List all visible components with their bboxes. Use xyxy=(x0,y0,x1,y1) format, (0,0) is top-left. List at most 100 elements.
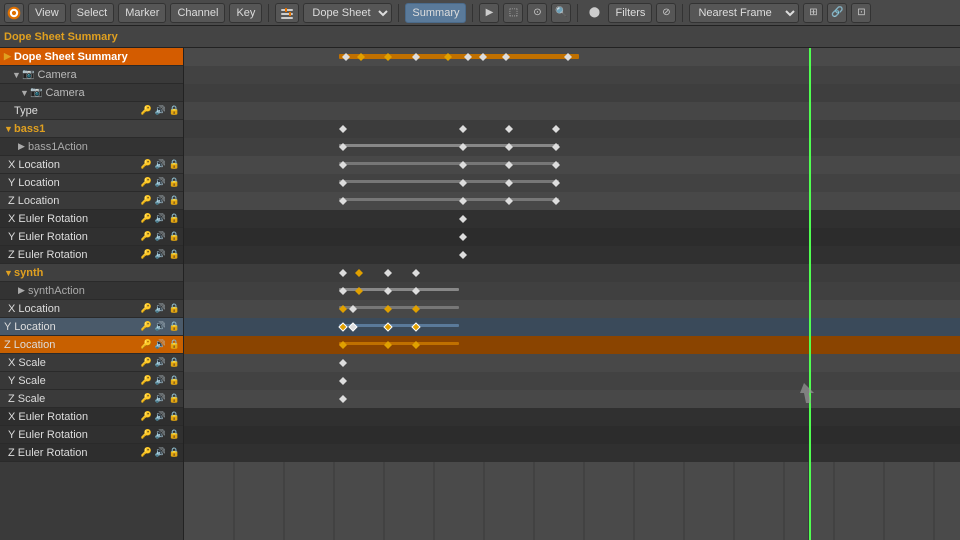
synth-label: synth xyxy=(14,267,183,279)
y-loc-1-icons: 🔑 🔊 🔒 xyxy=(140,177,181,188)
camera-icon: 📷 xyxy=(22,69,34,80)
x-euler-1-label: X Euler Rotation xyxy=(8,213,140,225)
yeul2-lock-icon: 🔒 xyxy=(168,429,181,440)
yeul1-lock-icon: 🔒 xyxy=(168,231,181,242)
xeul1-mute-icon: 🔊 xyxy=(154,213,167,224)
synthaction-row[interactable]: ▶ synthAction xyxy=(0,282,183,300)
separator-1 xyxy=(268,4,269,22)
blender-logo-icon[interactable] xyxy=(4,3,24,23)
bass1action-row[interactable]: ▶ bass1Action xyxy=(0,138,183,156)
type-row[interactable]: Type 🔑 🔊 🔒 xyxy=(0,102,183,120)
x-location-1-label: X Location xyxy=(8,159,140,171)
y-scale-label: Y Scale xyxy=(8,375,140,387)
z-location-2-row[interactable]: Z Location 🔑 🔊 🔒 xyxy=(0,336,183,354)
x-loc-2-icons: 🔑 🔊 🔒 xyxy=(140,303,181,314)
zeul1-mute-icon: 🔊 xyxy=(154,249,167,260)
marker-menu[interactable]: Marker xyxy=(118,3,166,23)
filter-options-icon[interactable]: ⊘ xyxy=(656,3,676,23)
select-mode-icon[interactable]: ▶ xyxy=(479,3,499,23)
zeul1-key-icon: 🔑 xyxy=(140,249,153,260)
y-location-2-row[interactable]: Y Location 🔑 🔊 🔒 xyxy=(0,318,183,336)
xloc2-key-icon: 🔑 xyxy=(140,303,153,314)
y-location-1-row[interactable]: Y Location 🔑 🔊 🔒 xyxy=(0,174,183,192)
z-location-1-row[interactable]: Z Location 🔑 🔊 🔒 xyxy=(0,192,183,210)
camera-sub-icon: 📷 xyxy=(30,87,42,98)
x-euler-1-row[interactable]: X Euler Rotation 🔑 🔊 🔒 xyxy=(0,210,183,228)
x-location-1-row[interactable]: X Location 🔑 🔊 🔒 xyxy=(0,156,183,174)
synth-triangle: ▼ xyxy=(4,268,14,278)
yloc1-mute-icon: 🔊 xyxy=(154,177,167,188)
y-euler-1-label: Y Euler Rotation xyxy=(8,231,140,243)
secondary-toolbar: Dope Sheet Summary xyxy=(0,26,960,48)
summary-header-row[interactable]: ▶ Dope Sheet Summary xyxy=(0,48,183,66)
x-euler-1-icons: 🔑 🔊 🔒 xyxy=(140,213,181,224)
filter-dot-icon: ⬤ xyxy=(584,3,604,23)
synth-group-row[interactable]: ▼ synth xyxy=(0,264,183,282)
lasso-icon[interactable]: ⊙ xyxy=(527,3,547,23)
z-scale-label: Z Scale xyxy=(8,393,140,405)
xloc1-key-icon: 🔑 xyxy=(140,159,153,170)
dopesheet-icon xyxy=(275,3,299,23)
type-icons: 🔑 🔊 🔒 xyxy=(140,105,181,116)
channel-menu[interactable]: Channel xyxy=(170,3,225,23)
xeul1-lock-icon: 🔒 xyxy=(168,213,181,224)
snap-options-icon[interactable]: 🔗 xyxy=(827,3,847,23)
xeul2-mute-icon: 🔊 xyxy=(154,411,167,422)
x-location-2-row[interactable]: X Location 🔑 🔊 🔒 xyxy=(0,300,183,318)
timeline-area[interactable] xyxy=(184,48,960,540)
yloc1-lock-icon: 🔒 xyxy=(168,177,181,188)
zoom-icon[interactable]: 🔍 xyxy=(551,3,571,23)
z-euler-2-icons: 🔑 🔊 🔒 xyxy=(140,447,181,458)
zloc1-lock-icon: 🔒 xyxy=(168,195,181,206)
zscale-lock-icon: 🔒 xyxy=(168,393,181,404)
x-euler-2-label: X Euler Rotation xyxy=(8,411,140,423)
zloc1-mute-icon: 🔊 xyxy=(154,195,167,206)
y-euler-2-row[interactable]: Y Euler Rotation 🔑 🔊 🔒 xyxy=(0,426,183,444)
camera-group-label: Camera xyxy=(37,69,183,81)
bass1-group-row[interactable]: ▼ bass1 xyxy=(0,120,183,138)
z-scale-row[interactable]: Z Scale 🔑 🔊 🔒 xyxy=(0,390,183,408)
camera-sub-row[interactable]: ▼ 📷 Camera xyxy=(0,84,183,102)
yloc2-key-icon: 🔑 xyxy=(140,321,153,332)
zeul2-mute-icon: 🔊 xyxy=(154,447,167,458)
filters-button[interactable]: Filters xyxy=(608,3,652,23)
y-euler-1-row[interactable]: Y Euler Rotation 🔑 🔊 🔒 xyxy=(0,228,183,246)
view-menu[interactable]: View xyxy=(28,3,66,23)
yloc2-mute-icon: 🔊 xyxy=(154,321,167,332)
synthaction-triangle: ▶ xyxy=(18,285,28,296)
type-protect-icon: 🔒 xyxy=(168,105,181,116)
channel-list: ▶ Dope Sheet Summary ▼ 📷 Camera ▼ 📷 Came… xyxy=(0,48,184,540)
snap-icon[interactable]: ⊞ xyxy=(803,3,823,23)
z-euler-2-label: Z Euler Rotation xyxy=(8,447,140,459)
z-euler-1-row[interactable]: Z Euler Rotation 🔑 🔊 🔒 xyxy=(0,246,183,264)
bass1action-triangle: ▶ xyxy=(18,141,28,152)
y-euler-1-icons: 🔑 🔊 🔒 xyxy=(140,231,181,242)
sheet-title: Dope Sheet Summary xyxy=(4,31,118,43)
z-euler-2-row[interactable]: Z Euler Rotation 🔑 🔊 🔒 xyxy=(0,444,183,462)
summary-triangle: ▶ xyxy=(4,51,14,62)
zloc2-key-icon: 🔑 xyxy=(140,339,153,350)
yeul2-mute-icon: 🔊 xyxy=(154,429,167,440)
nearest-frame-select[interactable]: Nearest Frame xyxy=(689,3,799,23)
separator-4 xyxy=(577,4,578,22)
box-select-icon[interactable]: ⬚ xyxy=(503,3,523,23)
dopesheet-mode-select[interactable]: Dope Sheet Dope Sheet xyxy=(303,3,392,23)
zscale-key-icon: 🔑 xyxy=(140,393,153,404)
x-scale-row[interactable]: X Scale 🔑 🔊 🔒 xyxy=(0,354,183,372)
summary-label: Dope Sheet Summary xyxy=(14,51,183,63)
xeul2-key-icon: 🔑 xyxy=(140,411,153,422)
x-euler-2-row[interactable]: X Euler Rotation 🔑 🔊 🔒 xyxy=(0,408,183,426)
camera-group-row[interactable]: ▼ 📷 Camera xyxy=(0,66,183,84)
view-options-icon[interactable]: ⊡ xyxy=(851,3,871,23)
key-menu[interactable]: Key xyxy=(229,3,262,23)
camera-sub-triangle: ▼ xyxy=(20,88,30,98)
summary-button[interactable]: Summary xyxy=(405,3,466,23)
timeline-svg xyxy=(184,48,960,540)
camera-triangle: ▼ xyxy=(12,70,22,80)
zloc1-key-icon: 🔑 xyxy=(140,195,153,206)
y-location-2-label: Y Location xyxy=(4,321,140,333)
y-scale-icons: 🔑 🔊 🔒 xyxy=(140,375,181,386)
yscale-key-icon: 🔑 xyxy=(140,375,153,386)
select-menu[interactable]: Select xyxy=(70,3,115,23)
y-scale-row[interactable]: Y Scale 🔑 🔊 🔒 xyxy=(0,372,183,390)
